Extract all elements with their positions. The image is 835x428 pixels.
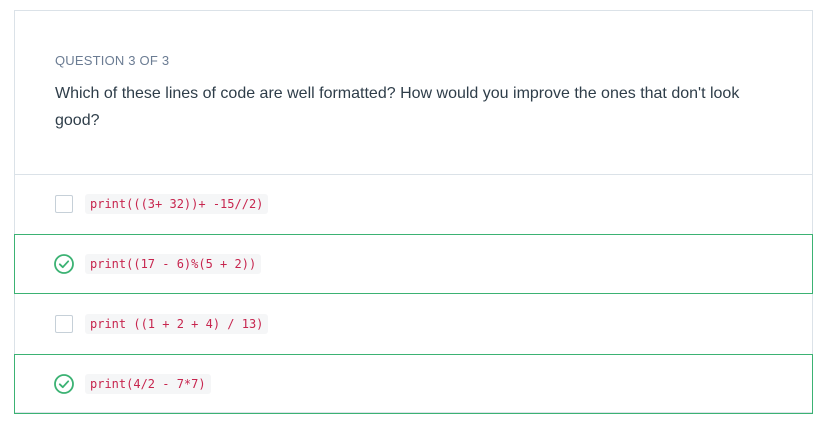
check-circle-icon[interactable] (54, 254, 74, 274)
quiz-card: QUESTION 3 OF 3 Which of these lines of … (14, 10, 813, 414)
code-snippet: print(((3+ 32))+ -15//2) (85, 194, 269, 214)
answer-option-3[interactable]: print ((1 + 2 + 4) / 13) (14, 294, 813, 354)
code-snippet: print((17 - 6)%(5 + 2)) (85, 254, 262, 274)
answer-option-1[interactable]: print(((3+ 32))+ -15//2) (14, 174, 813, 234)
code-snippet: print(4/2 - 7*7) (85, 374, 211, 394)
check-circle-icon[interactable] (54, 374, 74, 394)
question-text: Which of these lines of code are well fo… (55, 85, 740, 129)
question-header: QUESTION 3 OF 3 Which of these lines of … (15, 11, 812, 174)
answer-option-2[interactable]: print((17 - 6)%(5 + 2)) (14, 234, 813, 294)
answer-option-4[interactable]: print(4/2 - 7*7) (14, 354, 813, 414)
code-snippet: print ((1 + 2 + 4) / 13) (85, 314, 269, 334)
checkbox-unchecked[interactable] (55, 195, 73, 213)
question-counter: QUESTION 3 OF 3 (55, 53, 170, 68)
checkbox-unchecked[interactable] (55, 315, 73, 333)
